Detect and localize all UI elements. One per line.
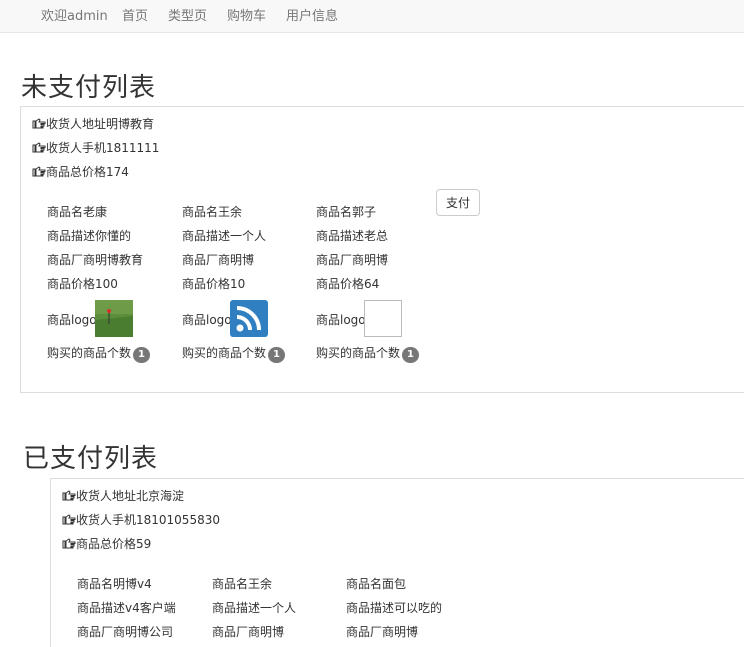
hand-point-right-icon [32,166,46,177]
unpaid-product-card: 商品名王余 商品描述一个人 商品厂商明博 商品价格10 商品logo 购买的商品… [182,203,312,373]
product-price: 商品价格10 [182,277,246,291]
pay-button[interactable]: 支付 [436,189,480,216]
paid-address-text: 收货人地址北京海淀 [76,489,185,503]
broken-image-icon [364,300,402,337]
product-name: 商品名王余 [212,577,273,591]
paid-product-card: 商品名面包 商品描述可以吃的 商品厂商明博 [346,575,476,647]
count-badge: 1 [133,347,151,363]
hand-point-right-icon [62,514,76,525]
unpaid-product-card: 商品名老康 商品描述你懂的 商品厂商明博教育 商品价格100 商品logo 购买… [47,203,177,373]
paid-total-text: 商品总价格59 [76,537,152,551]
unpaid-address-text: 收货人地址明博教育 [46,117,155,131]
unpaid-product-card: 商品名郭子 商品描述老总 商品厂商明博 商品价格64 商品logo 购买的商品个… [316,203,446,373]
product-maker: 商品厂商明博公司 [77,625,174,639]
rss-feed-icon [230,300,268,337]
product-count-label: 购买的商品个数 [316,346,401,360]
product-name: 商品名面包 [346,577,407,591]
product-price: 商品价格100 [47,277,118,291]
product-desc: 商品描述一个人 [212,601,297,615]
product-count-label: 购买的商品个数 [182,346,267,360]
product-count-label: 购买的商品个数 [47,346,132,360]
product-desc: 商品描述可以吃的 [346,601,443,615]
count-badge: 1 [402,347,420,363]
unpaid-total: 商品总价格174 [32,163,129,180]
product-logo-label: 商品logo [316,313,366,327]
hand-point-right-icon [62,538,76,549]
product-name: 商品名老康 [47,205,108,219]
top-navbar: 欢迎admin 首页 类型页 购物车 用户信息 [0,0,744,33]
product-maker: 商品厂商明博 [182,253,255,267]
product-logo-label: 商品logo [182,313,232,327]
product-desc: 商品描述老总 [316,229,389,243]
unpaid-phone: 收货人手机1811111 [32,139,159,156]
product-name: 商品名郭子 [316,205,377,219]
hand-point-right-icon [32,118,46,129]
paid-list-title: 已支付列表 [23,444,159,474]
hand-point-right-icon [62,490,76,501]
count-badge: 1 [268,347,286,363]
nav-category[interactable]: 类型页 [168,5,207,24]
product-count: 购买的商品个数 1 [316,344,420,363]
nav-cart[interactable]: 购物车 [227,5,266,24]
grass-photo-icon [95,300,133,337]
paid-order-panel: 收货人地址北京海淀 收货人手机18101055830 商品总价格59 商品名明博… [50,478,744,647]
paid-total: 商品总价格59 [62,535,151,552]
paid-product-card: 商品名明博v4 商品描述v4客户端 商品厂商明博公司 [77,575,207,647]
product-price: 商品价格64 [316,277,380,291]
product-logo-label: 商品logo [47,313,97,327]
product-maker: 商品厂商明博 [212,625,285,639]
unpaid-order-panel: 收货人地址明博教育 收货人手机1811111 商品总价格174 商品名老康 商品… [20,106,744,393]
product-desc: 商品描述你懂的 [47,229,132,243]
product-name: 商品名明博v4 [77,577,152,591]
product-desc: 商品描述v4客户端 [77,601,176,615]
paid-address: 收货人地址北京海淀 [62,487,184,504]
product-name: 商品名王余 [182,205,243,219]
product-count: 购买的商品个数 1 [47,344,151,363]
product-desc: 商品描述一个人 [182,229,267,243]
unpaid-total-text: 商品总价格174 [46,165,129,179]
unpaid-list-title: 未支付列表 [21,73,157,103]
nav-welcome[interactable]: 欢迎admin [41,5,108,24]
unpaid-address: 收货人地址明博教育 [32,115,154,132]
product-maker: 商品厂商明博 [346,625,419,639]
nav-user-info[interactable]: 用户信息 [286,5,338,24]
hand-point-right-icon [32,142,46,153]
unpaid-phone-text: 收货人手机1811111 [46,141,160,155]
product-maker: 商品厂商明博教育 [47,253,144,267]
product-count: 购买的商品个数 1 [182,344,286,363]
nav-home[interactable]: 首页 [122,5,148,24]
product-maker: 商品厂商明博 [316,253,389,267]
paid-phone: 收货人手机18101055830 [62,511,220,528]
paid-product-card: 商品名王余 商品描述一个人 商品厂商明博 [212,575,342,647]
paid-phone-text: 收货人手机18101055830 [76,513,220,527]
